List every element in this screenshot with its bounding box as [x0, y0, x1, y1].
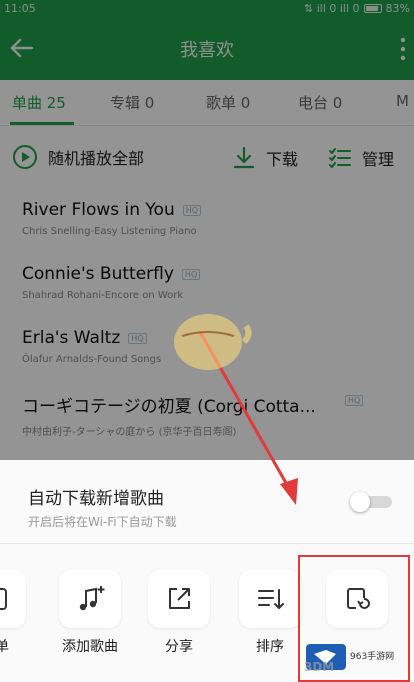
auto-download-title: 自动下载新增歌曲: [28, 489, 164, 509]
toggle-knob: [350, 492, 370, 512]
share-icon: [148, 570, 210, 628]
sort-button[interactable]: 排序: [237, 570, 303, 656]
screen: 11:05 ⇅ ill 0 ill 0 83% 我喜欢 单曲 25 专辑 0 歌…: [0, 0, 414, 682]
watermark-site-label: 963手游网: [350, 652, 395, 662]
add-to-playlist-label: 歌单: [0, 639, 9, 655]
auto-download-subtitle: 开启后将在Wi-Fi下自动下载: [28, 515, 177, 529]
mascot-watermark-icon: [174, 314, 252, 370]
share-label: 分享: [165, 639, 193, 655]
sort-label: 排序: [256, 639, 284, 655]
add-songs-label: 添加歌曲: [62, 639, 118, 655]
add-to-playlist-button[interactable]: 歌单: [0, 570, 28, 656]
share-button[interactable]: 分享: [146, 570, 212, 656]
sort-icon: [239, 570, 301, 628]
auto-download-toggle[interactable]: [350, 492, 394, 512]
add-music-icon: [59, 570, 121, 628]
dim-overlay[interactable]: [0, 0, 414, 460]
auto-download-row: 自动下载新增歌曲 开启后将在Wi-Fi下自动下载: [0, 460, 414, 544]
add-songs-button[interactable]: 添加歌曲: [57, 570, 123, 656]
add-to-playlist-icon: [0, 570, 26, 628]
watermark-brand: 3DM: [304, 660, 335, 674]
